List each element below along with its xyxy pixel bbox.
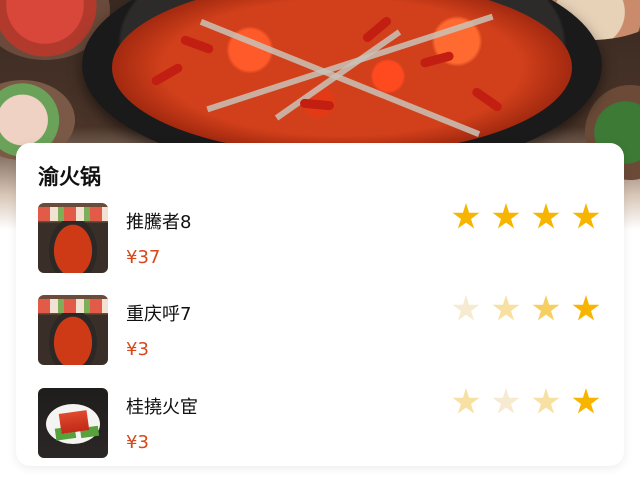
star-icon xyxy=(532,203,560,229)
sliced-pork-thumbnail xyxy=(38,388,108,458)
rating-stars xyxy=(452,203,600,233)
dish-list-item[interactable]: 桂撓火宦 ¥3 xyxy=(38,388,608,458)
rating-stars xyxy=(452,295,600,325)
dish-name: 重庆呼7 xyxy=(126,304,192,325)
dish-name: 桂撓火宦 xyxy=(126,397,198,418)
hotpot-thumbnail xyxy=(38,295,108,365)
restaurant-menu-card: 渝火锅 推騰者8 ¥37 重庆呼7 ¥3 桂撓火宦 ¥3 xyxy=(16,143,624,466)
star-empty-icon xyxy=(492,388,520,414)
star-icon xyxy=(572,295,600,321)
star-icon xyxy=(492,203,520,229)
star-icon xyxy=(572,203,600,229)
dish-price: ¥37 xyxy=(126,247,161,268)
star-empty-icon xyxy=(492,295,520,321)
star-empty-icon xyxy=(532,295,560,321)
restaurant-title: 渝火锅 xyxy=(38,165,101,189)
dish-list-item[interactable]: 重庆呼7 ¥3 xyxy=(38,295,608,365)
dish-list-item[interactable]: 推騰者8 ¥37 xyxy=(38,203,608,273)
hotpot-thumbnail xyxy=(38,203,108,273)
dish-price: ¥3 xyxy=(126,432,149,453)
star-icon xyxy=(572,388,600,414)
dish-price: ¥3 xyxy=(126,339,149,360)
rating-stars xyxy=(452,388,600,418)
dish-name: 推騰者8 xyxy=(126,212,192,233)
star-empty-icon xyxy=(532,388,560,414)
star-empty-icon xyxy=(452,388,480,414)
star-empty-icon xyxy=(452,295,480,321)
star-icon xyxy=(452,203,480,229)
